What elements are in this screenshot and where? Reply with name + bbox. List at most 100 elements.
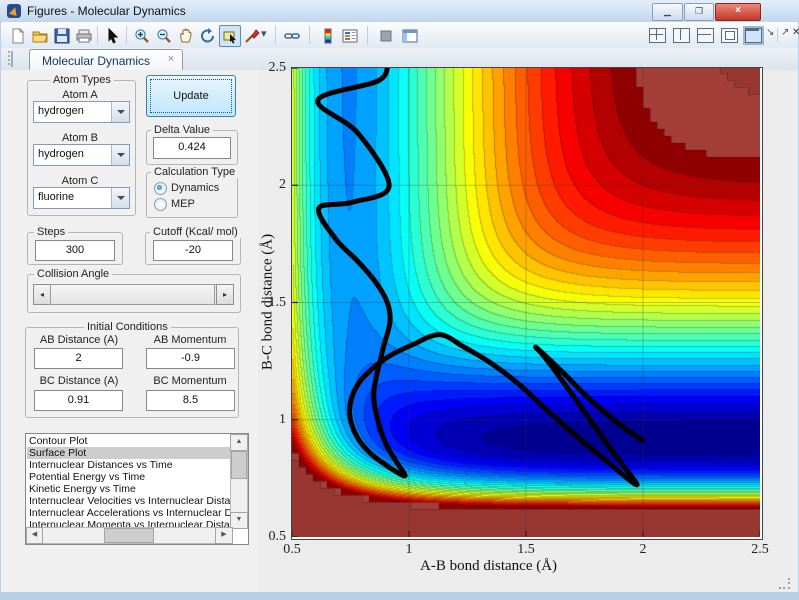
mep-radio[interactable] bbox=[154, 198, 167, 211]
y-axis-title: B-C bond distance (Å) bbox=[260, 234, 277, 370]
plot-type-listbox[interactable]: Contour Plot Surface Plot Internuclear D… bbox=[25, 433, 249, 545]
y-tick-label: 2 bbox=[258, 177, 286, 193]
matlab-icon bbox=[7, 4, 21, 18]
hscroll-thumb[interactable] bbox=[104, 528, 154, 543]
bc-momentum-field[interactable]: 8.5 bbox=[146, 390, 235, 411]
maximize-button[interactable]: ❐ bbox=[684, 3, 714, 21]
atom-a-value: hydrogen bbox=[38, 105, 84, 117]
atom-a-dropdown-icon[interactable] bbox=[111, 102, 129, 122]
ab-momentum-label: AB Momentum bbox=[147, 334, 233, 346]
cascade-windows-button[interactable] bbox=[721, 28, 738, 43]
single-window-button[interactable] bbox=[745, 28, 762, 43]
figure-window: Figures - Molecular Dynamics ▁ ❐ × ▾ bbox=[0, 0, 799, 600]
tab-molecular-dynamics[interactable]: Molecular Dynamics × bbox=[29, 49, 183, 71]
dock-arrow-icon[interactable]: ↘ bbox=[766, 27, 774, 38]
hide-plot-tools-button[interactable] bbox=[375, 25, 397, 47]
tab-strip-grip[interactable] bbox=[8, 51, 10, 67]
new-figure-button[interactable] bbox=[7, 25, 29, 47]
title-bar[interactable]: Figures - Molecular Dynamics ▁ ❐ × bbox=[0, 0, 799, 23]
delta-value-field[interactable]: 0.424 bbox=[153, 137, 231, 159]
vscroll-thumb[interactable] bbox=[231, 451, 247, 479]
delta-value-title: Delta Value bbox=[151, 124, 213, 136]
pointer-tool-button[interactable] bbox=[102, 25, 124, 47]
list-item[interactable]: Contour Plot bbox=[27, 435, 230, 447]
list-item[interactable]: Internuclear Velocities vs Internuclear … bbox=[27, 495, 230, 507]
bc-distance-field[interactable]: 0.91 bbox=[34, 390, 123, 411]
close-button[interactable]: × bbox=[715, 3, 761, 21]
insert-colorbar-button[interactable] bbox=[317, 25, 339, 47]
insert-legend-button[interactable] bbox=[339, 25, 361, 47]
hscroll-left-arrow[interactable]: ◀ bbox=[26, 527, 43, 544]
update-button[interactable]: Update bbox=[146, 75, 236, 117]
mep-radio-label: MEP bbox=[171, 198, 195, 210]
contour-plot bbox=[291, 67, 763, 540]
collision-angle-title: Collision Angle bbox=[34, 268, 112, 280]
update-button-label: Update bbox=[147, 90, 235, 102]
x-axis-title: A-B bond distance (Å) bbox=[420, 558, 557, 575]
print-button[interactable] bbox=[73, 25, 95, 47]
figure-toolbar: ▾ ↘ ↗ ✕ bbox=[1, 22, 798, 49]
x-tick-label: 1 bbox=[399, 542, 419, 558]
atom-c-select[interactable]: fluorine bbox=[33, 187, 130, 209]
atom-b-select[interactable]: hydrogen bbox=[33, 144, 130, 166]
dynamics-radio-label: Dynamics bbox=[171, 182, 219, 194]
toolbar-close-icon[interactable]: ✕ bbox=[792, 27, 799, 38]
steps-field[interactable]: 300 bbox=[35, 240, 115, 261]
initial-conditions-title: Initial Conditions bbox=[84, 321, 171, 333]
tile-vertical-button[interactable] bbox=[673, 28, 690, 43]
window-resize-grip[interactable] bbox=[779, 578, 791, 590]
cutoff-title: Cutoff (Kcal/ mol) bbox=[150, 226, 241, 238]
dynamics-radio[interactable] bbox=[154, 182, 167, 195]
brush-dropdown-caret[interactable]: ▾ bbox=[261, 27, 267, 40]
tab-label: Molecular Dynamics bbox=[42, 54, 150, 68]
bc-distance-label: BC Distance (A) bbox=[35, 375, 123, 387]
window-title: Figures - Molecular Dynamics bbox=[27, 4, 186, 18]
open-file-button[interactable] bbox=[29, 25, 51, 47]
slider-thumb[interactable] bbox=[50, 284, 215, 305]
atom-c-label: Atom C bbox=[40, 175, 120, 187]
rotate-3d-tool-button[interactable] bbox=[197, 25, 219, 47]
vscroll-up-arrow[interactable]: ▲ bbox=[230, 434, 248, 451]
tile-horizontal-button[interactable] bbox=[697, 28, 714, 43]
steps-title: Steps bbox=[34, 226, 68, 238]
ab-momentum-field[interactable]: -0.9 bbox=[146, 348, 235, 369]
tab-close-icon[interactable]: × bbox=[168, 53, 174, 65]
atom-b-value: hydrogen bbox=[38, 148, 84, 160]
atom-types-title: Atom Types bbox=[50, 74, 114, 86]
ab-distance-field[interactable]: 2 bbox=[34, 348, 123, 369]
save-button[interactable] bbox=[51, 25, 73, 47]
bc-momentum-label: BC Momentum bbox=[147, 375, 233, 387]
show-plot-tools-button[interactable] bbox=[399, 25, 421, 47]
data-cursor-tool-button[interactable] bbox=[219, 25, 241, 47]
slider-left-arrow[interactable]: ◂ bbox=[33, 284, 51, 305]
atom-c-dropdown-icon[interactable] bbox=[111, 188, 129, 208]
cutoff-field[interactable]: -20 bbox=[153, 240, 233, 261]
list-item[interactable]: Internuclear Accelerations vs Internucle… bbox=[27, 507, 230, 519]
pan-tool-button[interactable] bbox=[175, 25, 197, 47]
hscroll-right-arrow[interactable]: ▶ bbox=[215, 527, 233, 544]
brush-tool-button[interactable] bbox=[241, 25, 263, 47]
x-tick-label: 1.5 bbox=[516, 542, 536, 558]
zoom-out-tool-button[interactable] bbox=[153, 25, 175, 47]
y-tick-label: 1 bbox=[258, 412, 286, 428]
link-plot-button[interactable] bbox=[281, 25, 303, 47]
y-tick-label: 0.5 bbox=[258, 529, 286, 545]
calculation-type-title: Calculation Type bbox=[151, 166, 238, 178]
ab-distance-label: AB Distance (A) bbox=[35, 334, 123, 346]
x-tick-label: 2.5 bbox=[750, 542, 770, 558]
zoom-in-tool-button[interactable] bbox=[131, 25, 153, 47]
potential-energy-surface[interactable] bbox=[292, 68, 760, 537]
atom-c-value: fluorine bbox=[38, 191, 74, 203]
undock-arrow-icon[interactable]: ↗ bbox=[781, 27, 789, 38]
atom-b-label: Atom B bbox=[40, 132, 120, 144]
x-tick-label: 2 bbox=[633, 542, 653, 558]
atom-a-select[interactable]: hydrogen bbox=[33, 101, 130, 123]
tile-grid-button[interactable] bbox=[649, 28, 666, 43]
list-item-selected[interactable]: Surface Plot bbox=[27, 447, 230, 459]
list-item[interactable]: Kinetic Energy vs Time bbox=[27, 483, 230, 495]
slider-right-arrow[interactable]: ▸ bbox=[216, 284, 234, 305]
list-item[interactable]: Potential Energy vs Time bbox=[27, 471, 230, 483]
minimize-button[interactable]: ▁ bbox=[652, 3, 683, 21]
atom-b-dropdown-icon[interactable] bbox=[111, 145, 129, 165]
list-item[interactable]: Internuclear Distances vs Time bbox=[27, 459, 230, 471]
